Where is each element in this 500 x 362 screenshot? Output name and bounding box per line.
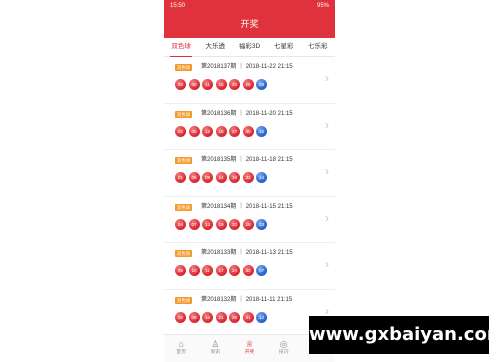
draw-issue: 第2018135期 ｜ 2018-11-18 21:15 <box>201 157 293 163</box>
red-ball: 16 <box>229 172 240 183</box>
nav-draws[interactable]: ♕ 开奖 <box>232 335 266 362</box>
tab-fucai3d[interactable]: 福彩3D <box>232 38 266 56</box>
tab-qilecai[interactable]: 七乐彩 <box>301 38 335 56</box>
nav-tips[interactable]: ◎ 技巧 <box>267 335 301 362</box>
status-bar: 15:50 95% <box>164 0 335 12</box>
draw-balls: 02 05 12 18 27 30 16 <box>175 125 270 137</box>
red-ball: 24 <box>229 265 240 276</box>
red-ball: 11 <box>202 79 213 90</box>
red-ball: 14 <box>215 172 227 183</box>
nav-news[interactable]: ♙ 资讯 <box>198 335 232 362</box>
red-ball: 05 <box>175 265 186 276</box>
tab-qixingcai[interactable]: 七星彩 <box>267 38 301 56</box>
chevron-right-icon: › <box>325 117 329 132</box>
red-ball: 31 <box>242 311 254 323</box>
red-ball: 07 <box>188 218 200 230</box>
nav-label: 技巧 <box>278 350 289 355</box>
trophy-icon: ♕ <box>245 339 254 349</box>
draw-balls: 05 10 11 17 24 32 07 <box>175 265 270 276</box>
draw-issue: 第2018137期 ｜ 2018-11-22 21:15 <box>201 64 293 70</box>
red-ball: 13 <box>202 218 213 230</box>
draw-item[interactable]: 双色球 第2018137期 ｜ 2018-11-22 21:15 03 06 1… <box>164 57 335 104</box>
draw-balls: 03 06 11 15 20 25 08 <box>175 79 270 90</box>
red-ball: 03 <box>175 79 186 90</box>
red-ball: 32 <box>242 265 254 276</box>
red-ball: 02 <box>175 311 186 323</box>
red-ball: 09 <box>188 311 200 323</box>
red-ball: 22 <box>229 218 240 230</box>
red-ball: 27 <box>229 125 240 137</box>
lottery-tag: 双色球 <box>175 296 193 304</box>
draw-issue: 第2018133期 ｜ 2018-11-13 21:15 <box>201 250 293 256</box>
draw-balls: 02 09 15 21 26 31 12 <box>175 311 270 323</box>
lottery-tag: 双色球 <box>175 110 193 118</box>
draw-item[interactable]: 双色球 第2018133期 ｜ 2018-11-13 21:15 05 10 1… <box>164 243 335 290</box>
red-ball: 11 <box>202 265 213 276</box>
blue-ball: 14 <box>256 172 267 183</box>
chevron-right-icon: › <box>325 71 329 85</box>
red-ball: 17 <box>215 265 227 276</box>
red-ball: 04 <box>175 218 186 230</box>
red-ball: 21 <box>215 311 227 323</box>
red-ball: 06 <box>188 79 200 90</box>
blue-ball: 03 <box>256 218 267 230</box>
user-icon: ♙ <box>211 339 220 349</box>
red-ball: 10 <box>188 265 200 276</box>
red-ball: 18 <box>215 125 227 137</box>
red-ball: 09 <box>202 172 213 183</box>
red-ball: 20 <box>229 79 240 90</box>
draw-balls: 04 07 13 19 22 29 03 <box>175 218 270 230</box>
red-ball: 08 <box>188 172 200 183</box>
draw-item[interactable]: 双色球 第2018136期 ｜ 2018-11-20 21:15 02 05 1… <box>164 104 335 150</box>
nav-home[interactable]: ⌂ 首页 <box>164 335 198 362</box>
red-ball: 05 <box>188 125 200 137</box>
lottery-tag: 双色球 <box>175 203 193 211</box>
draw-item[interactable]: 双色球 第2018135期 ｜ 2018-11-18 21:15 01 08 0… <box>164 150 335 197</box>
red-ball: 15 <box>215 79 227 90</box>
chevron-right-icon: › <box>325 164 329 178</box>
blue-ball: 07 <box>256 265 267 276</box>
blue-ball: 08 <box>256 79 267 90</box>
red-ball: 26 <box>229 311 240 323</box>
red-ball: 19 <box>215 218 227 230</box>
draw-issue: 第2018132期 ｜ 2018-11-11 21:15 <box>201 296 293 303</box>
status-time: 15:50 <box>170 3 186 9</box>
watermark: www.gxbaiyan.com <box>309 316 500 354</box>
nav-label: 资讯 <box>210 350 221 355</box>
chevron-right-icon: › <box>325 257 329 271</box>
lottery-tag: 双色球 <box>175 64 193 71</box>
red-ball: 15 <box>202 311 213 323</box>
blue-ball: 16 <box>256 125 267 137</box>
red-ball: 29 <box>242 218 254 230</box>
lottery-tabs: 双色球 大乐透 福彩3D 七星彩 七乐彩 <box>164 38 335 57</box>
red-ball: 01 <box>175 172 186 183</box>
lottery-tag: 双色球 <box>175 250 193 257</box>
blue-ball: 12 <box>256 311 267 323</box>
draw-balls: 01 08 09 14 16 33 14 <box>175 172 270 183</box>
nav-label: 首页 <box>176 350 186 355</box>
red-ball: 12 <box>202 125 213 137</box>
draw-list: 双色球 第2018137期 ｜ 2018-11-22 21:15 03 06 1… <box>164 57 335 336</box>
red-ball: 02 <box>175 125 186 137</box>
chevron-right-icon: › <box>325 210 329 225</box>
draw-issue: 第2018136期 ｜ 2018-11-20 21:15 <box>201 110 293 117</box>
home-icon: ⌂ <box>178 339 184 349</box>
draw-issue: 第2018134期 ｜ 2018-11-15 21:15 <box>201 203 293 210</box>
draw-item[interactable]: 双色球 第2018134期 ｜ 2018-11-15 21:15 04 07 1… <box>164 197 335 243</box>
nav-label: 开奖 <box>244 350 255 355</box>
page-title: 开奖 <box>240 19 259 29</box>
tab-daletou[interactable]: 大乐透 <box>198 38 232 56</box>
red-ball: 30 <box>242 125 254 137</box>
tab-shuangseqiu[interactable]: 双色球 <box>164 38 198 57</box>
red-ball: 25 <box>242 79 254 90</box>
lottery-tag: 双色球 <box>175 157 193 164</box>
status-battery: 95% <box>316 3 329 9</box>
red-ball: 33 <box>242 172 254 183</box>
compass-icon: ◎ <box>279 339 288 349</box>
phone-screen: 15:50 95% 开奖 双色球 大乐透 福彩3D 七星彩 七乐彩 双色球 第2… <box>164 0 335 362</box>
app-header: 15:50 95% 开奖 <box>164 0 335 38</box>
